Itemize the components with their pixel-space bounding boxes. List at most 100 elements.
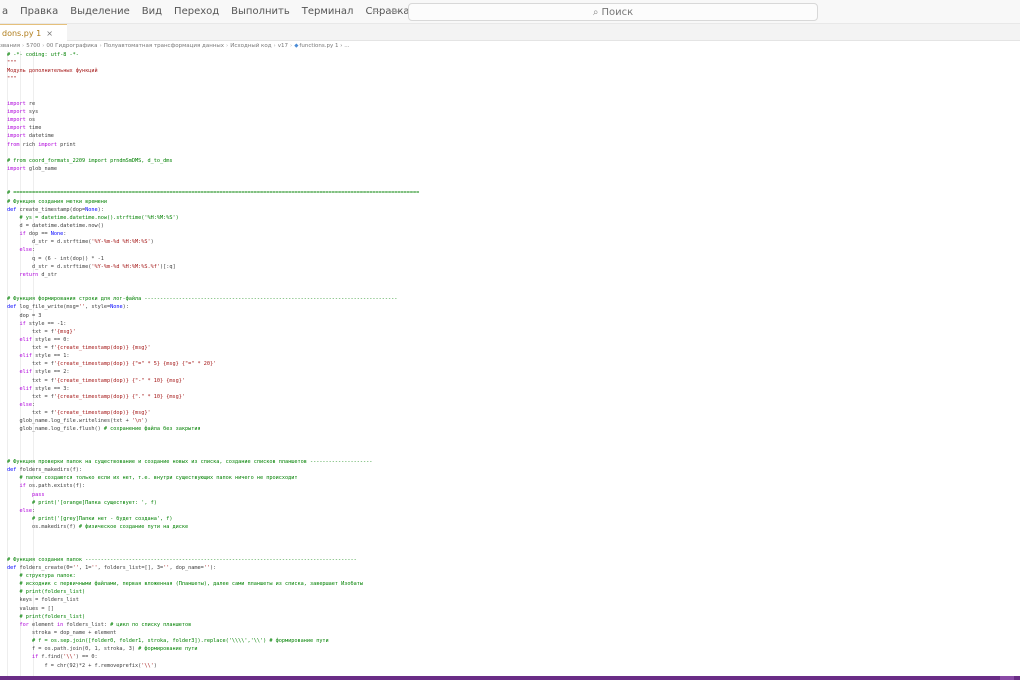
close-icon[interactable]: × <box>46 29 53 38</box>
menu-item[interactable]: Вид <box>136 0 168 24</box>
breadcrumb-item[interactable]: 5700 <box>26 43 40 49</box>
code-line: elif style == 3: <box>19 385 70 392</box>
code-line: # структура папок: <box>7 573 76 579</box>
menu-item[interactable]: Выполнить <box>225 0 296 24</box>
menu-item[interactable]: Выделение <box>64 0 136 24</box>
breadcrumb-item[interactable]: звания <box>0 43 20 49</box>
code-lines: # -*- coding: utf-8 -*- """ Модуль дополни… <box>7 51 1020 670</box>
code-line: txt = f'{create_timestamp(dop)} {msg}' <box>7 410 151 417</box>
code-line: # ys = datetime.datetime.now().strftime(… <box>7 214 179 221</box>
code-line: dop = 3 <box>7 312 42 319</box>
forward-arrow-icon[interactable]: → <box>389 4 398 20</box>
breadcrumb: звания › 5700 › 00 Гидрографика › Полуавтоматн… <box>0 41 1020 51</box>
breadcrumb-item[interactable]: 00 Гидрографика <box>46 43 97 49</box>
code-line: # исходник с первичными файлами, первая … <box>7 581 364 588</box>
code-line: # print('[orange]Папка существует: ', f) <box>7 499 157 506</box>
tab-functions-py[interactable]: dons.py 1 × <box>0 24 67 41</box>
code-line: f = os.path.join(0, 1, stroka, 3) # форм… <box>7 646 198 653</box>
code-line: txt = f'{create_timestamp(dop)} {"-" * 1… <box>7 377 186 384</box>
breadcrumb-item[interactable]: v17 <box>278 43 288 49</box>
code-line: # папки создаются только если их нет, т.… <box>7 475 298 482</box>
chevron-right-icon: › <box>22 43 25 49</box>
code-line: if dop == None: <box>19 231 67 238</box>
code-line: if style == -1: <box>19 320 67 327</box>
editor-tab-bar: dons.py 1 × <box>0 24 1020 41</box>
code-line: # Функция формирования строки для лог-фа… <box>7 296 398 303</box>
code-line: # -*- coding: utf-8 -*- <box>7 52 79 58</box>
code-editor[interactable]: # -*- coding: utf-8 -*- """ Модуль дополни… <box>7 51 1020 676</box>
code-line: for element in folders_list: # цикл по с… <box>19 621 192 628</box>
chevron-right-icon: › <box>289 43 293 49</box>
code-line: glob_name.log_file.writelines(txt + '\n'… <box>7 418 148 425</box>
code-line: from rich import print <box>7 141 76 148</box>
code-line: import re <box>7 100 36 107</box>
code-line: import sys <box>7 108 39 115</box>
code-line: # print('[grey]Папки нет - будет создана… <box>7 516 173 523</box>
code-line: keys = folders_list <box>7 597 79 604</box>
code-line: stroka = dop_name + element <box>7 629 117 636</box>
code-line: glob_name.log_file.flush() # сохранение … <box>7 426 201 433</box>
code-line: if os.path.exists(f): <box>19 483 86 490</box>
menu-bar: а Правка Выделение Вид Переход Выполнить Терми… <box>0 0 416 24</box>
code-line: import time <box>7 125 42 132</box>
code-line: q = (6 - int(dop)) * -1 <box>7 255 104 262</box>
chevron-right-icon: › <box>42 43 45 49</box>
code-line: if f.find('\\') == 0: <box>32 654 98 661</box>
code-line: def create_timestamp(dop=None): <box>7 206 104 213</box>
code-line: import os <box>7 117 36 124</box>
breadcrumb-item[interactable]: Исходный код <box>230 43 271 49</box>
code-line: d_str = d.strftime('%Y-%m-%d %H:%M:%S.%f… <box>7 263 176 270</box>
code-line: # Функция создания папок ---------------… <box>7 556 357 563</box>
code-line: def folders_makedirs(f): <box>7 467 82 474</box>
menu-item[interactable]: Правка <box>14 0 64 24</box>
code-line: else: <box>19 402 36 409</box>
code-line: d_str = d.strftime('%Y-%m-%d %H:%M:%S') <box>7 239 154 246</box>
code-line: txt = f'{create_timestamp(dop)} {"=" * 5… <box>7 361 217 368</box>
code-line: pass <box>32 491 45 498</box>
code-line: # from coord_formats_2209 import prndmSm… <box>7 157 173 164</box>
code-line: txt = f'{create_timestamp(dop)} {"." * 1… <box>7 393 186 400</box>
menu-item[interactable]: Терминал <box>296 0 360 24</box>
code-line: return d_str <box>19 271 58 278</box>
code-line: else: <box>19 247 36 254</box>
code-line: """ <box>7 60 17 67</box>
code-line: import datetime <box>7 133 54 140</box>
chevron-right-icon: › <box>226 43 229 49</box>
notifications-bell-icon[interactable] <box>1000 676 1014 680</box>
tab-label: dons.py 1 <box>2 28 42 38</box>
navigation-arrows: ← → <box>372 4 398 20</box>
title-bar: а Правка Выделение Вид Переход Выполнить Терми… <box>0 0 1020 24</box>
breadcrumb-file[interactable]: functions.py 1 › ... <box>299 43 349 49</box>
menu-item[interactable]: Переход <box>168 0 225 24</box>
code-line: else: <box>19 507 36 514</box>
command-center-search[interactable]: ⌕ Поиск <box>408 3 818 21</box>
python-file-icon: ◆ <box>294 43 299 49</box>
code-line: # f = os.sep.join([folder0, folder1, str… <box>7 638 329 645</box>
code-line: # print(folders_list) <box>7 589 86 596</box>
code-line: import glob_name <box>7 165 57 172</box>
status-bar <box>0 676 1020 680</box>
menu-item[interactable]: а <box>0 0 14 24</box>
code-line: elif style == 2: <box>19 369 70 376</box>
code-line: txt = f'{create_timestamp(dop)} {msg}' <box>7 345 151 352</box>
code-line: """ <box>7 76 17 83</box>
back-arrow-icon[interactable]: ← <box>372 4 381 20</box>
code-line: def folders_create(0='', 1='', folders_l… <box>7 564 217 571</box>
code-line: # Функция проверки папок на существовани… <box>7 459 373 466</box>
chevron-right-icon: › <box>99 43 102 49</box>
breadcrumb-item[interactable]: Полуавтоматная трансформация данных <box>104 43 224 49</box>
search-label: Поиск <box>601 6 634 18</box>
code-line: elif style == 0: <box>19 336 70 343</box>
